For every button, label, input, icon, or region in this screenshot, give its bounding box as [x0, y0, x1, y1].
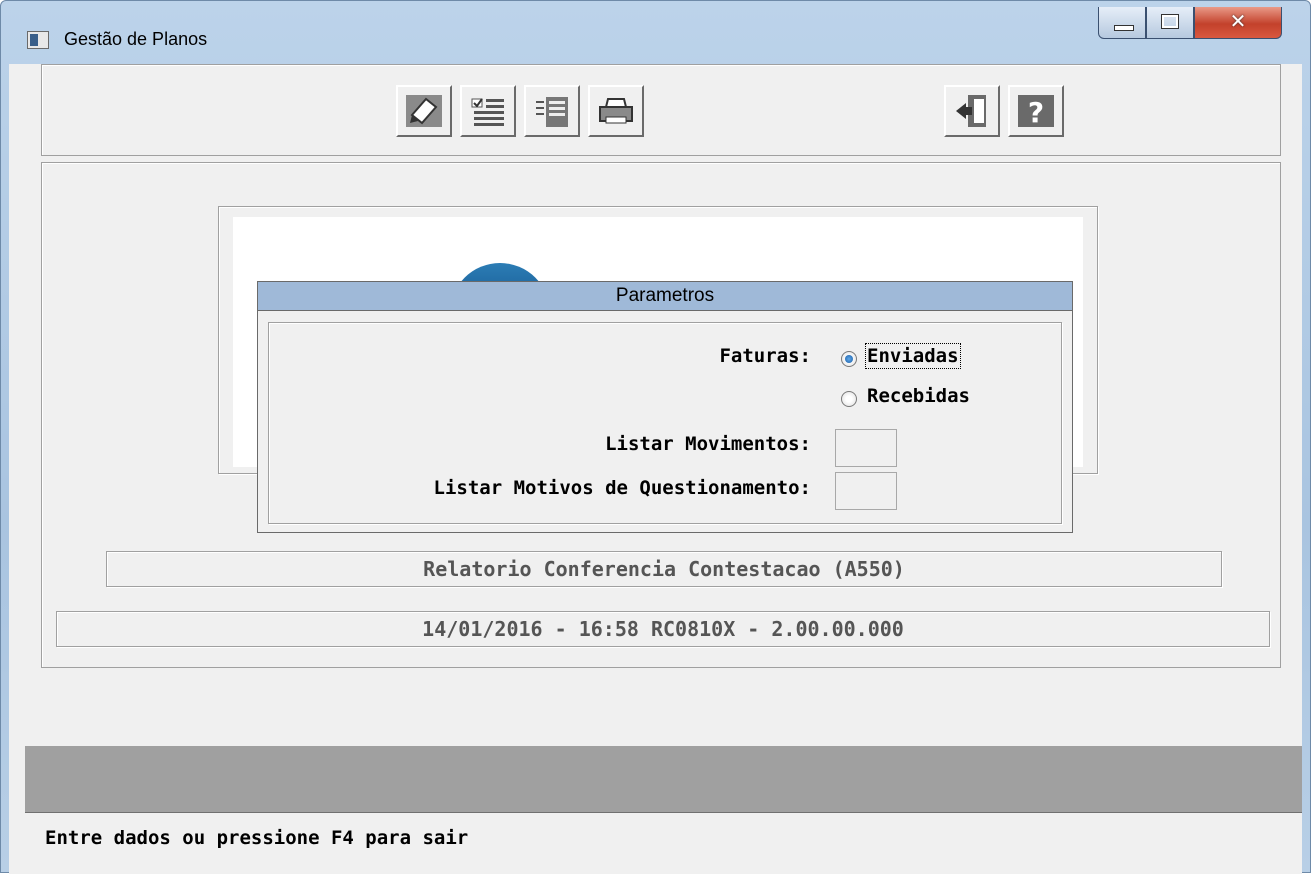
- printer-icon: [599, 98, 633, 124]
- help-toolbar-button[interactable]: ?: [1008, 85, 1064, 137]
- report-title: Relatorio Conferencia Contestacao (A550): [106, 551, 1222, 587]
- maximize-button[interactable]: [1146, 7, 1194, 39]
- radio-enviadas-label[interactable]: Enviadas: [865, 343, 961, 369]
- minimize-icon: [1114, 25, 1134, 31]
- minimize-button[interactable]: [1098, 7, 1146, 39]
- listar-motivos-checkbox[interactable]: [835, 472, 897, 510]
- client-area: ? Relatorio Conferencia Contestacao (A55…: [9, 64, 1302, 874]
- pencil-edit-icon: [406, 95, 442, 127]
- maximize-icon: [1161, 14, 1179, 29]
- close-icon: ✕: [1229, 9, 1247, 33]
- dialog-content: Faturas: Enviadas Recebidas Listar Movim…: [268, 322, 1062, 524]
- listar-movimentos-label: Listar Movimentos:: [605, 433, 811, 455]
- window-title: Gestão de Planos: [64, 29, 208, 49]
- radio-recebidas-label[interactable]: Recebidas: [867, 385, 970, 407]
- app-icon[interactable]: [27, 31, 49, 49]
- title-bar[interactable]: Gestão de Planos ✕: [1, 1, 1310, 63]
- application-window: Gestão de Planos ✕ ? Relatorio Conferenc…: [0, 0, 1311, 874]
- radio-enviadas[interactable]: [841, 351, 857, 367]
- listar-motivos-label: Listar Motivos de Questionamento:: [433, 477, 812, 499]
- faturas-label: Faturas:: [719, 345, 811, 367]
- parametros-dialog: Parametros Faturas: Enviadas Recebidas L…: [257, 281, 1073, 533]
- status-message: Entre dados ou pressione F4 para sair: [45, 827, 469, 849]
- checklist-icon: [471, 98, 504, 126]
- toolbar: ?: [41, 64, 1281, 156]
- print-toolbar-button[interactable]: [588, 85, 644, 137]
- dialog-title: Parametros: [258, 282, 1072, 311]
- close-button[interactable]: ✕: [1194, 7, 1282, 39]
- exit-toolbar-button[interactable]: [944, 85, 1000, 137]
- version-info: 14/01/2016 - 16:58 RC0810X - 2.00.00.000: [56, 611, 1270, 647]
- radio-recebidas[interactable]: [841, 391, 857, 407]
- exit-door-icon: [956, 95, 986, 127]
- svg-text:?: ?: [1028, 96, 1044, 129]
- listar-movimentos-checkbox[interactable]: [835, 429, 897, 467]
- checklist-toolbar-button[interactable]: [460, 85, 516, 137]
- edit-toolbar-button[interactable]: [396, 85, 452, 137]
- gray-separator-bar: [25, 746, 1302, 812]
- status-bar: Entre dados ou pressione F4 para sair: [25, 812, 1302, 874]
- help-question-icon: ?: [1018, 95, 1054, 129]
- list-document-icon: [536, 97, 568, 127]
- list-toolbar-button[interactable]: [524, 85, 580, 137]
